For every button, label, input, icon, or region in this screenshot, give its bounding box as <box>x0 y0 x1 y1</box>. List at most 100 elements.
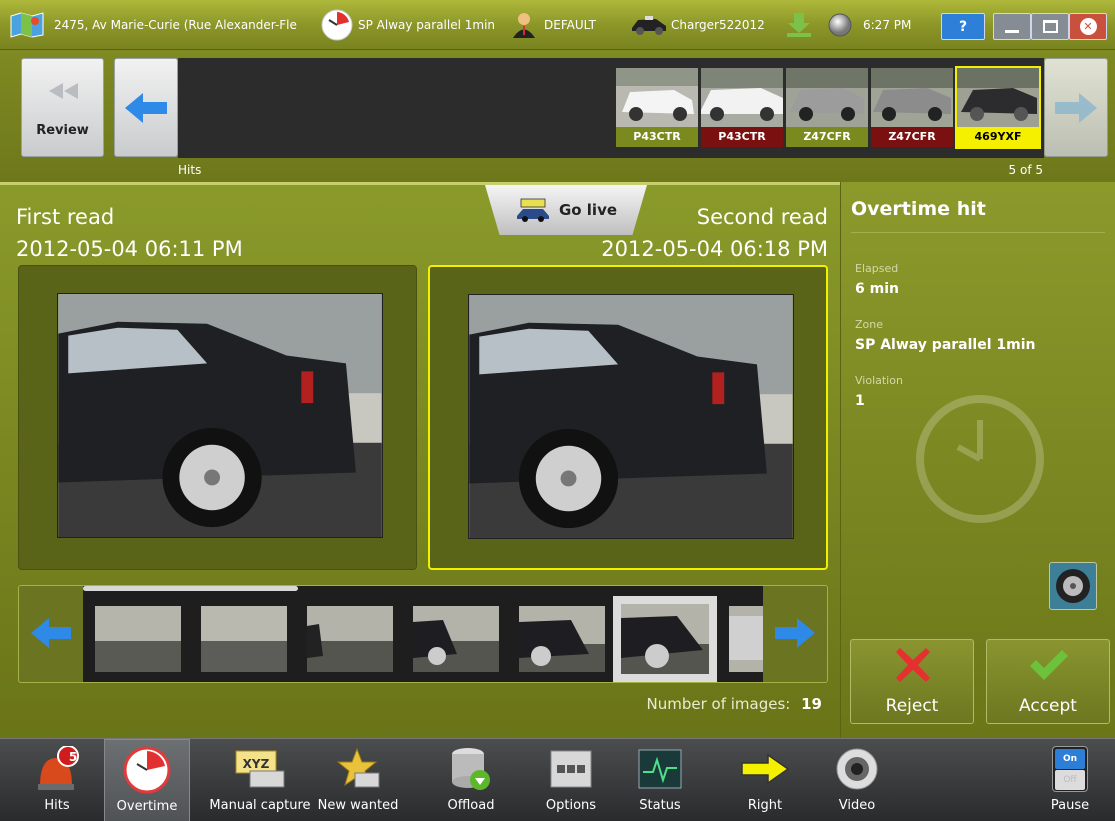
hit-thumb[interactable]: P43CTR <box>701 68 783 147</box>
film-thumb-photo <box>95 606 181 672</box>
status-monitor-icon <box>638 749 682 789</box>
toolbar-pause[interactable]: On Off Pause <box>1028 739 1112 821</box>
violation-value: 1 <box>855 393 865 409</box>
film-thumb-photo <box>621 604 709 674</box>
go-live-label: Go live <box>558 201 618 219</box>
left-arrow-icon <box>31 618 71 648</box>
toolbar-options[interactable]: Options <box>526 739 616 821</box>
image-count-label: Number of images: <box>646 695 791 713</box>
film-next-button[interactable] <box>765 586 827 682</box>
profile-label: DEFAULT <box>544 18 596 32</box>
watermark-clock-icon <box>916 395 1044 523</box>
toolbar-hits[interactable]: 5 Hits <box>14 739 100 821</box>
film-thumb[interactable] <box>519 606 605 672</box>
live-car-icon <box>516 198 549 222</box>
left-arrow-icon <box>125 93 167 123</box>
film-scrollbar[interactable] <box>83 586 298 591</box>
first-read-frame[interactable] <box>18 265 417 570</box>
first-read-date: 2012-05-04 06:11 PM <box>16 237 243 261</box>
hits-next-button[interactable] <box>1044 58 1108 157</box>
toolbar-right-label: Right <box>747 798 783 813</box>
film-thumb[interactable] <box>95 606 181 672</box>
rewind-icon <box>49 83 78 99</box>
go-live-button[interactable]: Go live <box>485 185 647 235</box>
maximize-button[interactable] <box>1031 13 1069 40</box>
toolbar-manual-capture[interactable]: XYZ Manual capture <box>208 739 312 821</box>
film-thumb[interactable] <box>201 606 287 672</box>
toolbar-overtime-label: Overtime <box>116 799 178 814</box>
film-thumb[interactable] <box>307 606 393 672</box>
user-icon <box>512 0 536 50</box>
zone-clock-icon <box>320 0 354 50</box>
film-thumb[interactable] <box>413 606 499 672</box>
plate-label: P43CTR <box>616 127 698 147</box>
reject-button[interactable]: Reject <box>850 639 974 724</box>
car-photo <box>701 68 783 127</box>
first-read-label: First read <box>16 205 115 229</box>
right-arrow-icon <box>775 618 815 648</box>
switch-on-label: On <box>1055 749 1085 769</box>
image-filmstrip <box>18 585 828 683</box>
toolbar-video[interactable]: Video <box>812 739 902 821</box>
car-photo <box>786 68 868 127</box>
close-button[interactable]: ✕ <box>1069 13 1107 40</box>
zone-label: SP Alway parallel 1min <box>358 18 496 32</box>
clock-label: 6:27 PM <box>863 18 912 32</box>
review-button[interactable]: Review <box>21 58 104 157</box>
toolbar-manual-capture-label: Manual capture <box>209 798 311 813</box>
car-photo <box>616 68 698 127</box>
read-comparison-panel: First read 2012-05-04 06:11 PM Second re… <box>0 182 840 738</box>
review-label: Review <box>36 123 89 138</box>
film-thumb[interactable] <box>729 606 763 672</box>
right-arrow-icon <box>1055 93 1097 123</box>
film-thumb-selected[interactable] <box>613 596 717 682</box>
car-photo <box>871 68 953 127</box>
plate-label: Z47CFR <box>786 127 868 147</box>
tire-button[interactable] <box>1049 562 1097 610</box>
film-thumbnails <box>83 586 763 682</box>
divider <box>851 232 1105 233</box>
toolbar-pause-label: Pause <box>1050 798 1090 813</box>
reject-label: Reject <box>885 696 939 716</box>
hit-thumb-selected[interactable]: 469YXF <box>955 66 1041 149</box>
toolbar-right[interactable]: Right <box>720 739 810 821</box>
overtime-clock-icon <box>123 746 171 794</box>
toolbar-offload-label: Offload <box>447 798 495 813</box>
map-icon[interactable] <box>10 0 44 50</box>
film-thumb-photo <box>519 606 605 672</box>
help-button[interactable]: ? <box>941 13 985 40</box>
hits-caption: Hits <box>178 163 202 177</box>
second-read-label: Second read <box>696 205 828 229</box>
minimize-button[interactable] <box>993 13 1031 40</box>
film-thumb-photo <box>413 606 499 672</box>
toolbar-options-label: Options <box>545 798 597 813</box>
accept-check-icon <box>1030 650 1068 680</box>
toolbar-status[interactable]: Status <box>616 739 704 821</box>
vehicle-label: Charger522012 <box>671 18 765 32</box>
violation-label: Violation <box>855 374 903 387</box>
toolbar-new-wanted[interactable]: New wanted <box>312 739 404 821</box>
hit-thumb[interactable]: Z47CFR <box>871 68 953 147</box>
patrol-car-icon <box>630 0 668 50</box>
zone-value: SP Alway parallel 1min <box>855 337 1036 353</box>
film-thumb-photo <box>201 606 287 672</box>
film-prev-button[interactable] <box>21 586 81 682</box>
toolbar-overtime[interactable]: Overtime <box>104 739 190 821</box>
hit-thumb[interactable]: Z47CFR <box>786 68 868 147</box>
second-read-frame[interactable] <box>428 265 828 570</box>
camera-lens-icon <box>836 748 878 790</box>
hit-thumb[interactable]: P43CTR <box>616 68 698 147</box>
close-icon: ✕ <box>1079 18 1097 35</box>
toolbar-video-label: Video <box>838 798 876 813</box>
zone-label: Zone <box>855 318 884 331</box>
maximize-icon <box>1042 20 1058 33</box>
sheriff-badge-icon <box>336 747 380 788</box>
plate-label: Z47CFR <box>871 127 953 147</box>
accept-button[interactable]: Accept <box>986 639 1110 724</box>
download-icon[interactable] <box>785 0 813 50</box>
toolbar-offload[interactable]: Offload <box>424 739 518 821</box>
first-read-photo <box>57 293 383 538</box>
title-bar: 2475, Av Marie-Curie (Rue Alexander-Fle … <box>0 0 1115 50</box>
database-download-icon <box>452 748 490 790</box>
hits-prev-button[interactable] <box>114 58 178 157</box>
